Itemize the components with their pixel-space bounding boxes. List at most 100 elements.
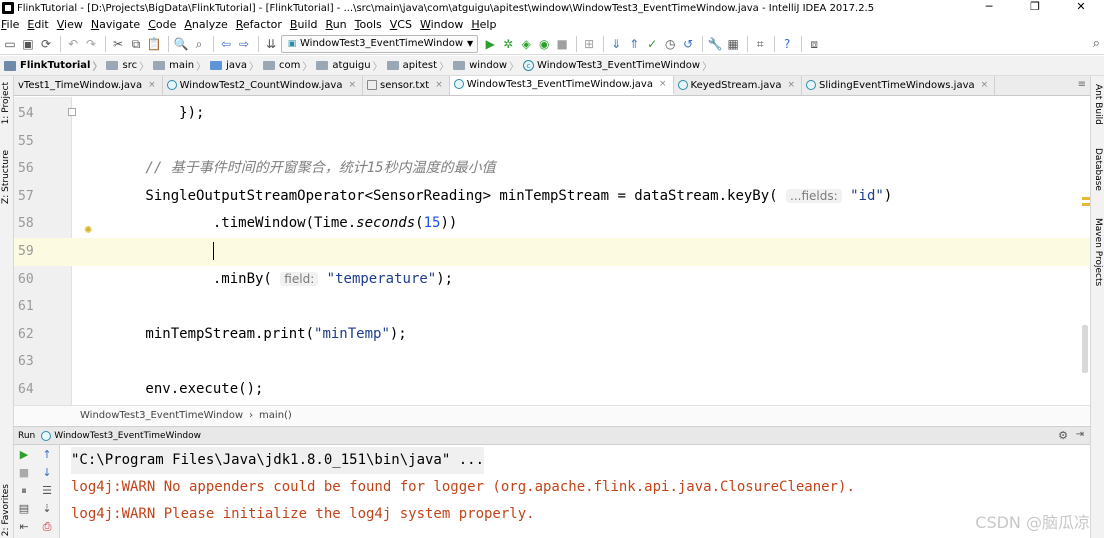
attach-icon[interactable]: ⊞ bbox=[581, 36, 597, 52]
vcs-update-icon[interactable]: ⇓ bbox=[608, 36, 624, 52]
sdk-icon[interactable]: ⌗ bbox=[752, 36, 768, 52]
tab-keyedstream[interactable]: KeyedStream.java × bbox=[674, 76, 803, 95]
vcs-revert-icon[interactable]: ↺ bbox=[680, 36, 696, 52]
scroll-up-icon[interactable]: ↑ bbox=[40, 448, 54, 462]
console-output[interactable]: "C:\Program Files\Java\jdk1.8.0_151\bin\… bbox=[61, 445, 1090, 538]
search-everywhere-icon[interactable]: ⌕ bbox=[1093, 36, 1100, 51]
editor-crumb-method[interactable]: main() bbox=[259, 410, 292, 421]
editor-crumb-class[interactable]: WindowTest3_EventTimeWindow bbox=[80, 410, 243, 421]
vcs-commit-icon[interactable]: ⇑ bbox=[626, 36, 642, 52]
pause-icon[interactable]: ⏸ bbox=[17, 484, 31, 498]
menu-refactor[interactable]: Refactor bbox=[236, 18, 282, 31]
stop-icon[interactable]: ■ bbox=[17, 466, 31, 480]
menu-file[interactable]: File bbox=[1, 18, 19, 31]
stop-icon[interactable]: ■ bbox=[554, 36, 570, 52]
minimize-button[interactable]: ─ bbox=[966, 0, 1012, 16]
scroll-thumb[interactable] bbox=[1082, 325, 1088, 373]
menu-window[interactable]: Window bbox=[420, 18, 463, 31]
exit-icon[interactable]: ⇤ bbox=[17, 520, 31, 534]
breadcrumb-apitest[interactable]: apitest bbox=[383, 56, 450, 76]
cut-icon[interactable]: ✂ bbox=[110, 36, 126, 52]
run-icon[interactable]: ▶ bbox=[482, 36, 498, 52]
close-tab-icon[interactable]: × bbox=[981, 80, 989, 90]
menu-analyze[interactable]: Analyze bbox=[184, 18, 227, 31]
scroll-down-icon[interactable]: ↓ bbox=[40, 466, 54, 480]
save-all-icon[interactable]: ▣ bbox=[20, 36, 36, 52]
close-tab-icon[interactable]: × bbox=[148, 80, 156, 90]
copy-icon[interactable]: ⧉ bbox=[128, 36, 144, 52]
breadcrumb-java[interactable]: java bbox=[206, 56, 259, 76]
print-icon[interactable]: ⎙ bbox=[40, 520, 54, 534]
text-file-icon bbox=[367, 80, 378, 90]
debug-icon[interactable]: ✲ bbox=[500, 36, 516, 52]
tab-timewindow[interactable]: vTest1_TimeWindow.java × bbox=[14, 76, 163, 95]
maximize-button[interactable]: ❐ bbox=[1012, 0, 1058, 16]
vcs-history-icon[interactable]: ◷ bbox=[662, 36, 678, 52]
run-config-dropdown[interactable]: ▣ WindowTest3_EventTimeWindow ▼ bbox=[281, 34, 479, 53]
breadcrumb-window[interactable]: window bbox=[449, 56, 519, 76]
project-tool-button[interactable]: 1: Project bbox=[1, 82, 11, 124]
close-tab-icon[interactable]: × bbox=[435, 80, 443, 90]
editor-scrollbar[interactable] bbox=[1080, 97, 1090, 405]
rerun-icon[interactable]: ▶ bbox=[17, 448, 31, 462]
menu-run[interactable]: Run bbox=[326, 18, 347, 31]
replace-icon[interactable]: ⌕ bbox=[191, 36, 207, 52]
ant-build-tool-button[interactable]: Ant Build bbox=[1093, 84, 1103, 125]
settings-wrench-icon[interactable]: 🔧 bbox=[707, 36, 723, 52]
vcs-compare-icon[interactable]: ✓ bbox=[644, 36, 660, 52]
menu-help[interactable]: Help bbox=[471, 18, 496, 31]
menu-navigate[interactable]: Navigate bbox=[91, 18, 140, 31]
profile-icon[interactable]: ◉ bbox=[536, 36, 552, 52]
help-icon[interactable]: ? bbox=[779, 36, 795, 52]
dump-threads-icon[interactable]: ▤ bbox=[17, 502, 31, 516]
menu-tools[interactable]: Tools bbox=[355, 18, 382, 31]
paste-icon[interactable]: 📋 bbox=[146, 36, 162, 52]
breadcrumb-com[interactable]: com bbox=[259, 56, 313, 76]
tab-sensor-txt[interactable]: sensor.txt × bbox=[363, 76, 450, 95]
project-structure-icon[interactable]: ▦ bbox=[725, 36, 741, 52]
favorites-tool-button[interactable]: 2: Favorites bbox=[1, 484, 11, 536]
sync-icon[interactable]: ⟳ bbox=[38, 36, 54, 52]
breadcrumb-class[interactable]: c WindowTest3_EventTimeWindow bbox=[519, 56, 712, 76]
plugin-icon[interactable]: ⧈ bbox=[806, 36, 822, 52]
close-button[interactable]: ✕ bbox=[1058, 0, 1104, 16]
breadcrumb-src[interactable]: src bbox=[102, 56, 149, 76]
close-tab-icon[interactable]: × bbox=[348, 80, 356, 90]
undo-icon[interactable]: ↶ bbox=[65, 36, 81, 52]
tab-countwindow[interactable]: WindowTest2_CountWindow.java × bbox=[163, 76, 364, 95]
breadcrumb-project[interactable]: FlinkTutorial bbox=[0, 56, 103, 76]
menu-build[interactable]: Build bbox=[290, 18, 318, 31]
open-folder-icon[interactable]: ▭ bbox=[2, 36, 18, 52]
tab-eventtimewindow[interactable]: WindowTest3_EventTimeWindow.java × bbox=[449, 76, 674, 95]
database-tool-button[interactable]: Database bbox=[1093, 148, 1103, 191]
forward-icon[interactable]: ⇨ bbox=[236, 36, 252, 52]
code-editor[interactable]: 54 }); 55 56 // 基于事件时间的开窗聚合，统计15秒内温度的最小值… bbox=[14, 97, 1090, 405]
redo-icon[interactable]: ↷ bbox=[83, 36, 99, 52]
folder-icon bbox=[153, 61, 166, 70]
close-tab-icon[interactable]: × bbox=[787, 80, 795, 90]
close-tab-icon[interactable]: × bbox=[659, 79, 667, 89]
find-icon[interactable]: 🔍 bbox=[173, 36, 189, 52]
build-project-icon[interactable]: ⇊ bbox=[263, 36, 279, 52]
maven-projects-tool-button[interactable]: Maven Projects bbox=[1093, 218, 1103, 286]
coverage-icon[interactable]: ◈ bbox=[518, 36, 534, 52]
line-number: 57 bbox=[18, 188, 34, 204]
error-stripe-marker[interactable] bbox=[1082, 203, 1090, 206]
gear-icon[interactable]: ⚙ bbox=[1058, 429, 1068, 442]
hide-panel-icon[interactable]: ⇥ bbox=[1076, 429, 1084, 440]
menu-view[interactable]: View bbox=[57, 18, 83, 31]
tab-list-menu-icon[interactable]: ≡ bbox=[1078, 79, 1086, 90]
breadcrumb-atguigu[interactable]: atguigu bbox=[312, 56, 383, 76]
error-stripe-marker[interactable] bbox=[1082, 197, 1090, 200]
scroll-to-end-icon[interactable]: ⇣ bbox=[40, 502, 54, 516]
structure-tool-button[interactable]: Z: Structure bbox=[1, 150, 11, 204]
tab-slidingeventtimewindows[interactable]: SlidingEventTimeWindows.java × bbox=[802, 76, 996, 95]
run-config-tab[interactable]: WindowTest3_EventTimeWindow bbox=[54, 431, 201, 441]
menu-code[interactable]: Code bbox=[148, 18, 176, 31]
menu-vcs[interactable]: VCS bbox=[390, 18, 412, 31]
soft-wrap-icon[interactable]: ☰ bbox=[40, 484, 54, 498]
lightbulb-icon[interactable]: ✺ bbox=[84, 225, 94, 236]
menu-edit[interactable]: Edit bbox=[27, 18, 48, 31]
breadcrumb-main[interactable]: main bbox=[149, 56, 206, 76]
back-icon[interactable]: ⇦ bbox=[218, 36, 234, 52]
